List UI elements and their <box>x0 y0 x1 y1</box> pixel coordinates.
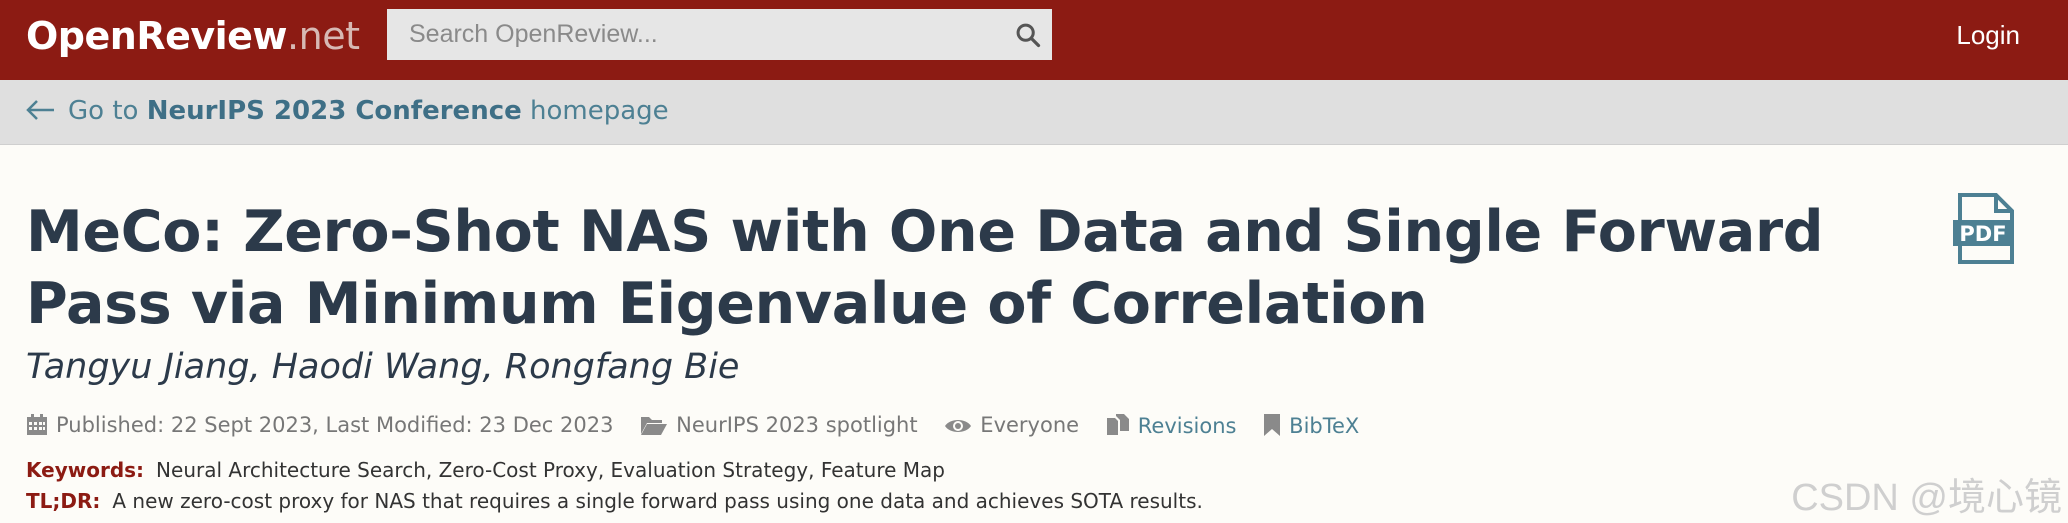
breadcrumb-venue: NeurIPS 2023 Conference <box>146 96 522 126</box>
back-to-venue-link[interactable]: Go to NeurIPS 2023 Conference homepage <box>26 96 669 126</box>
top-navbar: OpenReview.net Login <box>0 0 2068 80</box>
openreview-logo[interactable]: OpenReview.net <box>26 14 360 58</box>
breadcrumb-prefix: Go to <box>68 96 147 126</box>
brand-tld: .net <box>287 14 360 58</box>
breadcrumb-suffix: homepage <box>521 96 669 126</box>
meta-venue: NeurIPS 2023 spotlight <box>640 413 918 437</box>
bookmark-icon <box>1264 413 1281 436</box>
brand-main: OpenReview <box>26 14 288 58</box>
pdf-icon: PDF <box>1953 193 2014 264</box>
tldr-field: TL;DR: A new zero-cost proxy for NAS that… <box>26 489 1203 513</box>
meta-dates-text: Published: 22 Sept 2023, Last Modified: … <box>56 413 614 437</box>
calendar-icon <box>27 414 47 435</box>
revisions-link[interactable]: Revisions <box>1106 413 1237 438</box>
keywords-label: Keywords: <box>26 458 145 482</box>
bibtex-label: BibTeX <box>1289 413 1360 438</box>
csdn-watermark: CSDN @境心镜 <box>1791 477 2062 519</box>
bibtex-link[interactable]: BibTeX <box>1263 413 1359 438</box>
keywords-value: Neural Architecture Search, Zero-Cost Pr… <box>156 458 945 482</box>
meta-readers: Everyone <box>944 413 1079 437</box>
pdf-icon-label: PDF <box>1959 222 2006 246</box>
copy-documents-icon <box>1106 413 1129 435</box>
venue-breadcrumb-bar: Go to NeurIPS 2023 Conference homepage <box>0 80 2068 145</box>
paper-authors[interactable]: Tangyu Jiang, Haodi Wang, Rongfang Bie <box>26 347 739 387</box>
keywords-field: Keywords: Neural Architecture Search, Zer… <box>26 458 945 482</box>
search-icon[interactable] <box>1014 21 1042 49</box>
login-link[interactable]: Login <box>1956 20 2020 51</box>
search-input[interactable] <box>387 9 987 60</box>
revisions-label: Revisions <box>1137 413 1237 438</box>
meta-venue-text: NeurIPS 2023 spotlight <box>676 413 918 437</box>
eye-icon <box>945 420 972 432</box>
tldr-value: A new zero-cost proxy for NAS that requi… <box>112 489 1203 513</box>
search-box <box>387 9 1052 60</box>
paper-title: MeCo: Zero-Shot NAS with One Data and Si… <box>26 199 1824 337</box>
meta-readers-text: Everyone <box>980 413 1080 437</box>
arrow-left-icon <box>26 100 54 120</box>
folder-open-icon <box>641 417 668 435</box>
pdf-link[interactable]: PDF <box>1952 192 2018 266</box>
tldr-label: TL;DR: <box>26 489 101 513</box>
paper-meta-row: Published: 22 Sept 2023, Last Modified: … <box>26 412 1379 446</box>
meta-dates: Published: 22 Sept 2023, Last Modified: … <box>26 413 613 437</box>
